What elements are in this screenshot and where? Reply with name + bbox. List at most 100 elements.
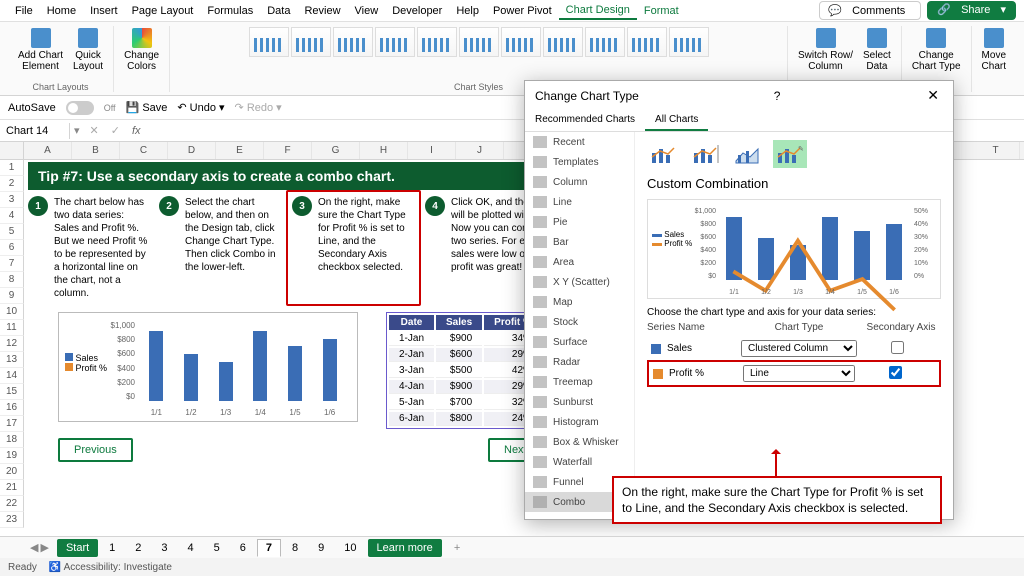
embedded-chart[interactable]: Sales Profit % $1,000$800$600$400$200$0 … — [58, 312, 358, 422]
help-icon[interactable]: ? — [774, 89, 781, 103]
col-G[interactable]: G — [312, 142, 360, 159]
chart-type-item[interactable]: Radar — [525, 352, 634, 372]
menu-page-layout[interactable]: Page Layout — [125, 3, 201, 19]
menu-data[interactable]: Data — [260, 3, 297, 19]
combo-subtype-2[interactable] — [689, 140, 723, 168]
menu-review[interactable]: Review — [297, 3, 347, 19]
data-table[interactable]: Date Sales Profit % 1-Jan$90034%2-Jan$60… — [386, 312, 545, 429]
sheet-tab-10[interactable]: 10 — [335, 539, 365, 557]
new-sheet-button[interactable]: + — [444, 542, 470, 554]
tab-all-charts[interactable]: All Charts — [645, 110, 708, 131]
switch-row-column-button[interactable]: Switch Row/ Column — [794, 26, 857, 74]
chart-style-6[interactable] — [459, 27, 499, 57]
col-I[interactable]: I — [408, 142, 456, 159]
sheet-tab-8[interactable]: 8 — [283, 539, 307, 557]
sheet-tab-7[interactable]: 7 — [257, 539, 281, 557]
col-C[interactable]: C — [120, 142, 168, 159]
chart-type-item[interactable]: Line — [525, 192, 634, 212]
col-B[interactable]: B — [72, 142, 120, 159]
sheet-tab-4[interactable]: 4 — [179, 539, 203, 557]
chart-type-item[interactable]: Column — [525, 172, 634, 192]
sheet-tab-learn-more[interactable]: Learn more — [368, 539, 442, 557]
sheet-tab-5[interactable]: 5 — [205, 539, 229, 557]
chart-type-item[interactable]: Area — [525, 252, 634, 272]
save-button[interactable]: 💾 Save — [126, 101, 168, 114]
sheet-nav-prev[interactable]: ◀ — [30, 541, 38, 554]
chart-type-item[interactable]: X Y (Scatter) — [525, 272, 634, 292]
chart-type-item[interactable]: Waterfall — [525, 452, 634, 472]
chart-style-2[interactable] — [291, 27, 331, 57]
move-chart-button[interactable]: Move Chart — [978, 26, 1010, 74]
col-J[interactable]: J — [456, 142, 504, 159]
chart-type-item[interactable]: Pie — [525, 212, 634, 232]
close-icon[interactable]: ✕ — [923, 87, 943, 104]
menu-insert[interactable]: Insert — [83, 3, 125, 19]
menu-power-pivot[interactable]: Power Pivot — [486, 3, 559, 19]
sheet-tab-1[interactable]: 1 — [100, 539, 124, 557]
menu-developer[interactable]: Developer — [385, 3, 449, 19]
col-A[interactable]: A — [24, 142, 72, 159]
name-box[interactable]: Chart 14 — [0, 123, 70, 139]
chart-type-item[interactable]: Histogram — [525, 412, 634, 432]
chart-type-item[interactable]: Recent — [525, 132, 634, 152]
add-chart-element-button[interactable]: Add Chart Element — [14, 26, 67, 74]
chart-style-8[interactable] — [543, 27, 583, 57]
menu-formulas[interactable]: Formulas — [200, 3, 260, 19]
chart-type-item[interactable]: Sunburst — [525, 392, 634, 412]
sheet-tab-start[interactable]: Start — [57, 539, 98, 557]
select-data-button[interactable]: Select Data — [859, 26, 895, 74]
change-chart-type-button[interactable]: Change Chart Type — [908, 26, 965, 74]
sheet-tab-9[interactable]: 9 — [309, 539, 333, 557]
step-1: 1The chart below has two data series: Sa… — [28, 196, 151, 300]
chart-type-item[interactable]: Stock — [525, 312, 634, 332]
previous-button[interactable]: Previous — [58, 438, 133, 462]
share-button[interactable]: 🔗 Share ▾ — [927, 1, 1016, 20]
menu-chart-design[interactable]: Chart Design — [559, 2, 637, 20]
tab-recommended[interactable]: Recommended Charts — [525, 110, 645, 131]
series-swatch — [651, 344, 661, 354]
combo-subtype-custom[interactable]: ✎ — [773, 140, 807, 168]
menu-format[interactable]: Format — [637, 3, 686, 19]
undo-button[interactable]: ↶ Undo ▾ — [177, 101, 224, 114]
redo-button[interactable]: ↷ Redo ▾ — [235, 101, 282, 114]
chart-type-item[interactable]: Templates — [525, 152, 634, 172]
col-E[interactable]: E — [216, 142, 264, 159]
fx-icon[interactable]: fx — [126, 125, 147, 137]
menu-help[interactable]: Help — [449, 3, 486, 19]
chart-type-item[interactable]: Surface — [525, 332, 634, 352]
chart-type-item[interactable]: Treemap — [525, 372, 634, 392]
change-colors-button[interactable]: Change Colors — [120, 26, 163, 74]
sheet-nav-next[interactable]: ▶ — [40, 541, 48, 554]
col-H[interactable]: H — [360, 142, 408, 159]
menu-home[interactable]: Home — [40, 3, 83, 19]
sheet-tab-3[interactable]: 3 — [152, 539, 176, 557]
chart-style-11[interactable] — [669, 27, 709, 57]
chart-style-5[interactable] — [417, 27, 457, 57]
menu-view[interactable]: View — [348, 3, 386, 19]
col-F[interactable]: F — [264, 142, 312, 159]
autosave-toggle[interactable] — [66, 101, 94, 115]
chart-style-1[interactable] — [249, 27, 289, 57]
chart-style-4[interactable] — [375, 27, 415, 57]
chart-type-item[interactable]: Box & Whisker — [525, 432, 634, 452]
comments-button[interactable]: 💬 Comments — [819, 1, 921, 20]
chart-style-9[interactable] — [585, 27, 625, 57]
namebox-dropdown[interactable]: ▾ — [70, 124, 84, 137]
chart-type-item[interactable]: Map — [525, 292, 634, 312]
col-T[interactable]: T — [972, 142, 1020, 159]
combo-subtype-1[interactable] — [647, 140, 681, 168]
chart-style-10[interactable] — [627, 27, 667, 57]
chart-style-7[interactable] — [501, 27, 541, 57]
sheet-tab-6[interactable]: 6 — [231, 539, 255, 557]
sheet-tab-2[interactable]: 2 — [126, 539, 150, 557]
col-D[interactable]: D — [168, 142, 216, 159]
chart-style-3[interactable] — [333, 27, 373, 57]
chart-type-item[interactable]: Bar — [525, 232, 634, 252]
quick-layout-button[interactable]: Quick Layout — [69, 26, 107, 74]
combo-subtype-icons: ✎ — [647, 140, 941, 168]
menu-file[interactable]: File — [8, 3, 40, 19]
chart-y-axis: $1,000$800$600$400$200$0 — [107, 321, 135, 401]
sheet-tab-bar: ◀ ▶ Start 1 2 3 4 5 6 7 8 9 10 Learn mor… — [0, 536, 1024, 558]
combo-subtype-3[interactable] — [731, 140, 765, 168]
accessibility-status[interactable]: ♿ Accessibility: Investigate — [49, 562, 172, 573]
